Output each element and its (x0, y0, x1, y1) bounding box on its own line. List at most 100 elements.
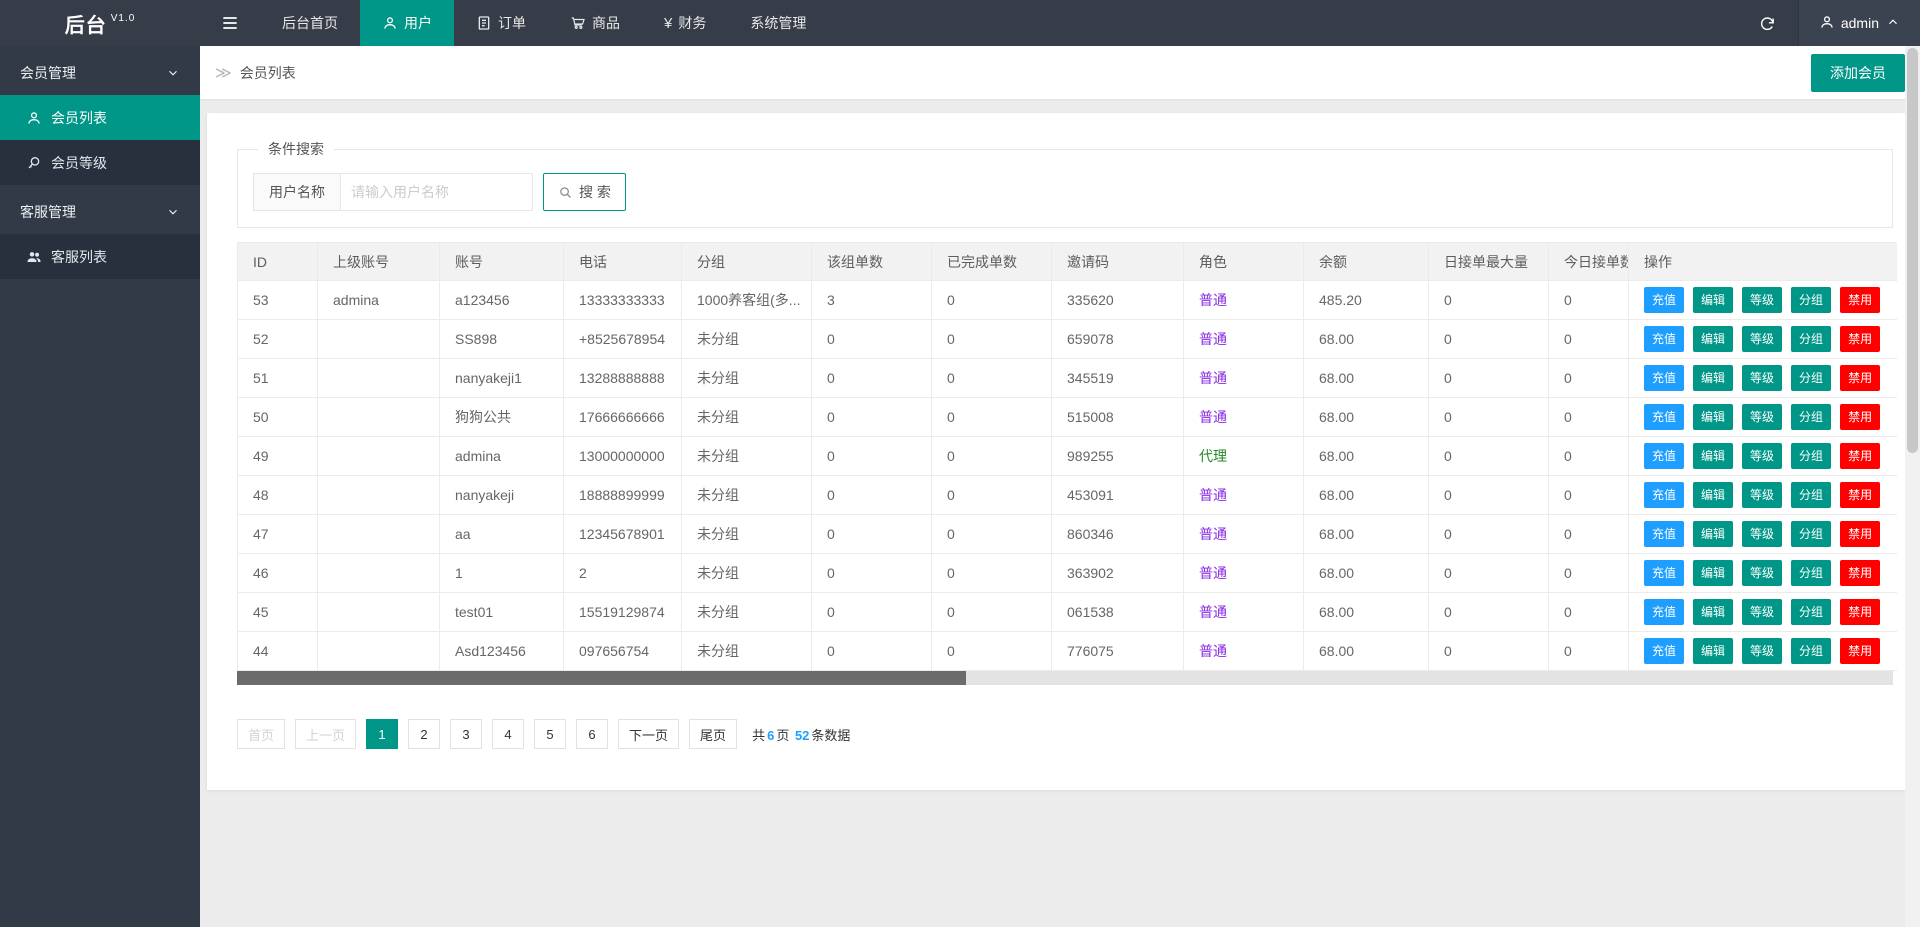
row-action-button-4[interactable]: 禁用 (1840, 521, 1880, 547)
pagination-page-1[interactable]: 1 (366, 719, 398, 749)
row-action-button-3[interactable]: 分组 (1791, 482, 1831, 508)
column-header: 账号 (440, 243, 564, 281)
user-menu[interactable]: admin (1798, 0, 1920, 46)
actions-cell: 充值编辑等级分组禁用 (1629, 359, 1898, 398)
table-cell: 68.00 (1304, 320, 1429, 359)
row-action-button-0[interactable]: 充值 (1644, 482, 1684, 508)
row-action-button-2[interactable]: 等级 (1742, 326, 1782, 352)
table-cell (318, 476, 440, 515)
top-nav-item-2[interactable]: 订单 (454, 0, 548, 46)
table-cell: 0 (1429, 437, 1549, 476)
top-nav-item-4[interactable]: ¥财务 (642, 0, 728, 46)
row-action-button-0[interactable]: 充值 (1644, 638, 1684, 664)
pagination-prev-button[interactable]: 上一页 (295, 719, 356, 749)
pagination-page-5[interactable]: 5 (534, 719, 566, 749)
row-action-button-0[interactable]: 充值 (1644, 560, 1684, 586)
row-action-button-3[interactable]: 分组 (1791, 638, 1831, 664)
row-action-button-4[interactable]: 禁用 (1840, 482, 1880, 508)
username-input[interactable] (341, 173, 533, 211)
row-action-button-1[interactable]: 编辑 (1693, 599, 1733, 625)
row-action-button-2[interactable]: 等级 (1742, 404, 1782, 430)
table-cell: 989255 (1052, 437, 1184, 476)
row-action-button-0[interactable]: 充值 (1644, 599, 1684, 625)
row-action-button-1[interactable]: 编辑 (1693, 443, 1733, 469)
top-nav-item-5[interactable]: 系统管理 (728, 0, 828, 46)
row-action-button-0[interactable]: 充值 (1644, 326, 1684, 352)
row-action-button-2[interactable]: 等级 (1742, 287, 1782, 313)
row-action-button-4[interactable]: 禁用 (1840, 599, 1880, 625)
table-cell: 0 (932, 281, 1052, 320)
row-action-button-0[interactable]: 充值 (1644, 443, 1684, 469)
row-action-button-2[interactable]: 等级 (1742, 638, 1782, 664)
row-action-button-3[interactable]: 分组 (1791, 560, 1831, 586)
row-action-button-2[interactable]: 等级 (1742, 521, 1782, 547)
row-action-button-3[interactable]: 分组 (1791, 443, 1831, 469)
row-action-button-0[interactable]: 充值 (1644, 287, 1684, 313)
username-field-label: 用户名称 (253, 173, 341, 211)
row-action-button-4[interactable]: 禁用 (1840, 287, 1880, 313)
table-cell: 0 (932, 320, 1052, 359)
row-action-button-2[interactable]: 等级 (1742, 599, 1782, 625)
row-action-button-3[interactable]: 分组 (1791, 287, 1831, 313)
table-cell: 061538 (1052, 593, 1184, 632)
table-cell: 0 (1549, 398, 1629, 437)
row-action-button-4[interactable]: 禁用 (1840, 365, 1880, 391)
row-action-button-2[interactable]: 等级 (1742, 365, 1782, 391)
row-action-button-2[interactable]: 等级 (1742, 443, 1782, 469)
sidebar-group-1[interactable]: 客服管理 (0, 189, 200, 234)
row-action-button-2[interactable]: 等级 (1742, 560, 1782, 586)
row-action-button-4[interactable]: 禁用 (1840, 404, 1880, 430)
row-action-button-2[interactable]: 等级 (1742, 482, 1782, 508)
sidebar: 会员管理会员列表会员等级客服管理客服列表 (0, 46, 200, 927)
row-action-button-1[interactable]: 编辑 (1693, 287, 1733, 313)
row-action-button-3[interactable]: 分组 (1791, 404, 1831, 430)
row-action-button-3[interactable]: 分组 (1791, 599, 1831, 625)
row-action-button-1[interactable]: 编辑 (1693, 404, 1733, 430)
table-cell: 68.00 (1304, 476, 1429, 515)
table-row: 52SS898+8525678954未分组00659078普通68.0000充值… (238, 320, 1898, 359)
row-action-button-1[interactable]: 编辑 (1693, 365, 1733, 391)
row-action-button-3[interactable]: 分组 (1791, 365, 1831, 391)
pagination-last-button[interactable]: 尾页 (689, 719, 737, 749)
refresh-icon[interactable] (1737, 0, 1798, 46)
member-list-card: 条件搜索 用户名称 搜 索 (207, 113, 1905, 790)
row-action-button-0[interactable]: 充值 (1644, 521, 1684, 547)
pagination-page-4[interactable]: 4 (492, 719, 524, 749)
top-nav-item-1[interactable]: 用户 (360, 0, 454, 46)
search-button[interactable]: 搜 索 (543, 173, 626, 211)
row-action-button-4[interactable]: 禁用 (1840, 560, 1880, 586)
sidebar-item-0-1[interactable]: 会员等级 (0, 140, 200, 185)
vertical-scrollbar-thumb[interactable] (1907, 48, 1918, 453)
pagination-page-3[interactable]: 3 (450, 719, 482, 749)
table-cell: 0 (1429, 281, 1549, 320)
sidebar-item-1-0[interactable]: 客服列表 (0, 234, 200, 279)
sidebar-item-0-0[interactable]: 会员列表 (0, 95, 200, 140)
row-action-button-1[interactable]: 编辑 (1693, 482, 1733, 508)
pagination-page-2[interactable]: 2 (408, 719, 440, 749)
pagination-next-button[interactable]: 下一页 (618, 719, 679, 749)
top-nav-item-label: 商品 (592, 13, 620, 33)
row-action-button-3[interactable]: 分组 (1791, 326, 1831, 352)
pagination-page-6[interactable]: 6 (576, 719, 608, 749)
row-action-button-0[interactable]: 充值 (1644, 404, 1684, 430)
row-action-button-1[interactable]: 编辑 (1693, 638, 1733, 664)
vertical-scrollbar[interactable] (1905, 46, 1920, 927)
top-nav-item-3[interactable]: 商品 (548, 0, 642, 46)
row-action-button-1[interactable]: 编辑 (1693, 560, 1733, 586)
row-action-button-1[interactable]: 编辑 (1693, 326, 1733, 352)
sidebar-group-0[interactable]: 会员管理 (0, 50, 200, 95)
top-nav-item-0[interactable]: 后台首页 (260, 0, 360, 46)
column-header: 该组单数 (812, 243, 932, 281)
row-action-button-0[interactable]: 充值 (1644, 365, 1684, 391)
pagination-first-button[interactable]: 首页 (237, 719, 285, 749)
add-member-button[interactable]: 添加会员 (1811, 54, 1905, 92)
row-action-button-3[interactable]: 分组 (1791, 521, 1831, 547)
horizontal-scrollbar-thumb[interactable] (237, 671, 966, 685)
table-cell: 未分组 (682, 320, 812, 359)
horizontal-scrollbar[interactable] (237, 671, 1893, 685)
row-action-button-4[interactable]: 禁用 (1840, 326, 1880, 352)
row-action-button-1[interactable]: 编辑 (1693, 521, 1733, 547)
row-action-button-4[interactable]: 禁用 (1840, 638, 1880, 664)
sidebar-toggle-icon[interactable] (200, 0, 260, 46)
row-action-button-4[interactable]: 禁用 (1840, 443, 1880, 469)
